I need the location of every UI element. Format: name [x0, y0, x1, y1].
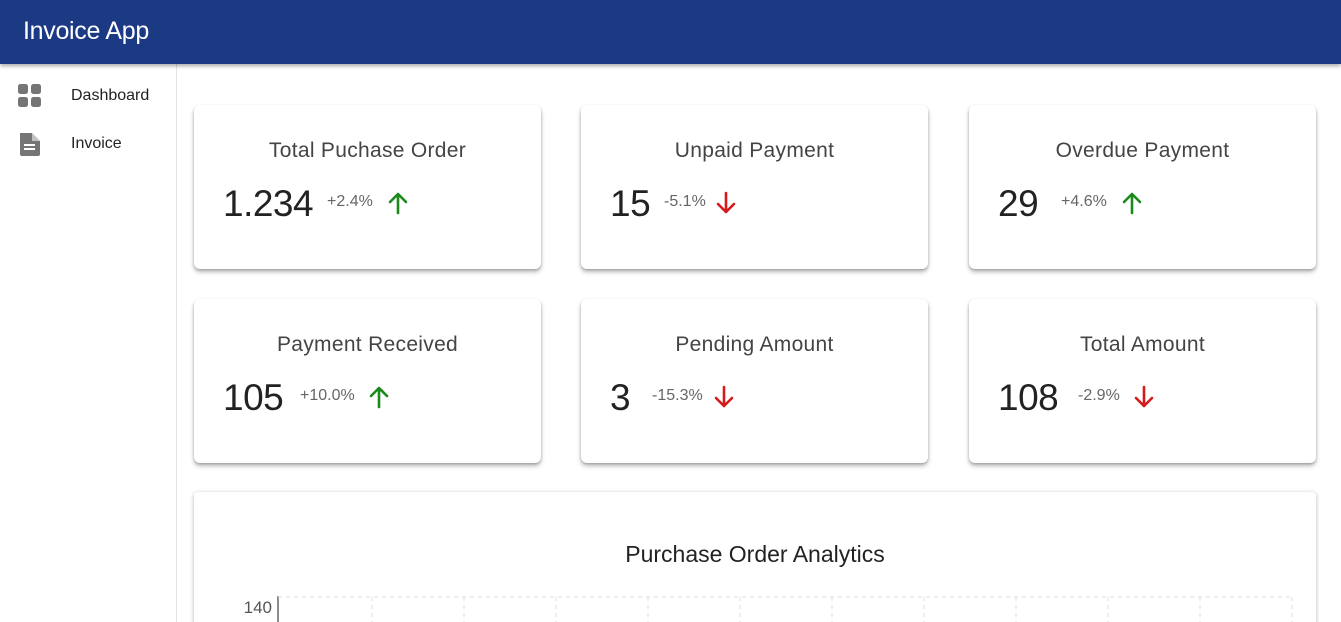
main-content: Total Puchase Order 1.234 +2.4% Unpaid P… [178, 64, 1341, 622]
card-value: 29 [998, 183, 1039, 224]
card-value: 1.234 [223, 183, 314, 224]
purchase-order-analytics-card: Purchase Order Analytics 140 [194, 492, 1316, 622]
card-title: Total Puchase Order [268, 139, 467, 162]
arrow-up-icon [388, 192, 408, 215]
card-title: Unpaid Payment [674, 139, 835, 162]
stat-card-total-amount: Total Amount 108 -2.9% [969, 299, 1316, 463]
card-change: -5.1% [664, 193, 706, 210]
card-change: -2.9% [1078, 387, 1120, 404]
card-change: +10.0% [300, 387, 355, 404]
app-title: Invoice App [23, 17, 149, 45]
chart-plot-area: 140 [244, 596, 1293, 622]
arrow-down-icon [1134, 385, 1154, 408]
sidebar-item-label: Invoice [71, 135, 122, 152]
arrow-up-icon [369, 386, 389, 409]
dashboard-icon [18, 84, 41, 107]
arrow-down-icon [714, 385, 734, 408]
arrow-up-icon [1122, 192, 1142, 215]
sidebar: Dashboard Invoice [0, 64, 177, 622]
card-title: Pending Amount [675, 333, 834, 356]
sidebar-item-dashboard[interactable]: Dashboard [0, 76, 176, 116]
card-title: Total Amount [1079, 333, 1205, 356]
app-bar: Invoice App [0, 0, 1341, 64]
document-icon [20, 133, 40, 156]
card-change: +4.6% [1061, 193, 1107, 210]
vertical-grid-lines [371, 597, 1293, 622]
stat-card-total-purchase-order: Total Puchase Order 1.234 +2.4% [194, 105, 541, 269]
sidebar-item-label: Dashboard [71, 87, 150, 104]
card-title: Overdue Payment [1055, 139, 1230, 162]
stat-card-pending-amount: Pending Amount 3 -15.3% [581, 299, 928, 463]
card-value: 105 [223, 377, 284, 418]
stat-card-overdue-payment: Overdue Payment 29 +4.6% [969, 105, 1316, 269]
card-change: -15.3% [652, 387, 703, 404]
arrow-down-icon [716, 191, 736, 214]
stat-card-payment-received: Payment Received 105 +10.0% [194, 299, 541, 463]
card-change: +2.4% [327, 193, 373, 210]
stat-card-unpaid-payment: Unpaid Payment 15 -5.1% [581, 105, 928, 269]
card-value: 108 [998, 377, 1059, 418]
card-value: 3 [610, 377, 631, 418]
sidebar-item-invoice[interactable]: Invoice [0, 124, 176, 164]
card-value: 15 [610, 183, 651, 224]
y-tick-label: 140 [244, 598, 272, 617]
card-title: Payment Received [276, 333, 459, 356]
